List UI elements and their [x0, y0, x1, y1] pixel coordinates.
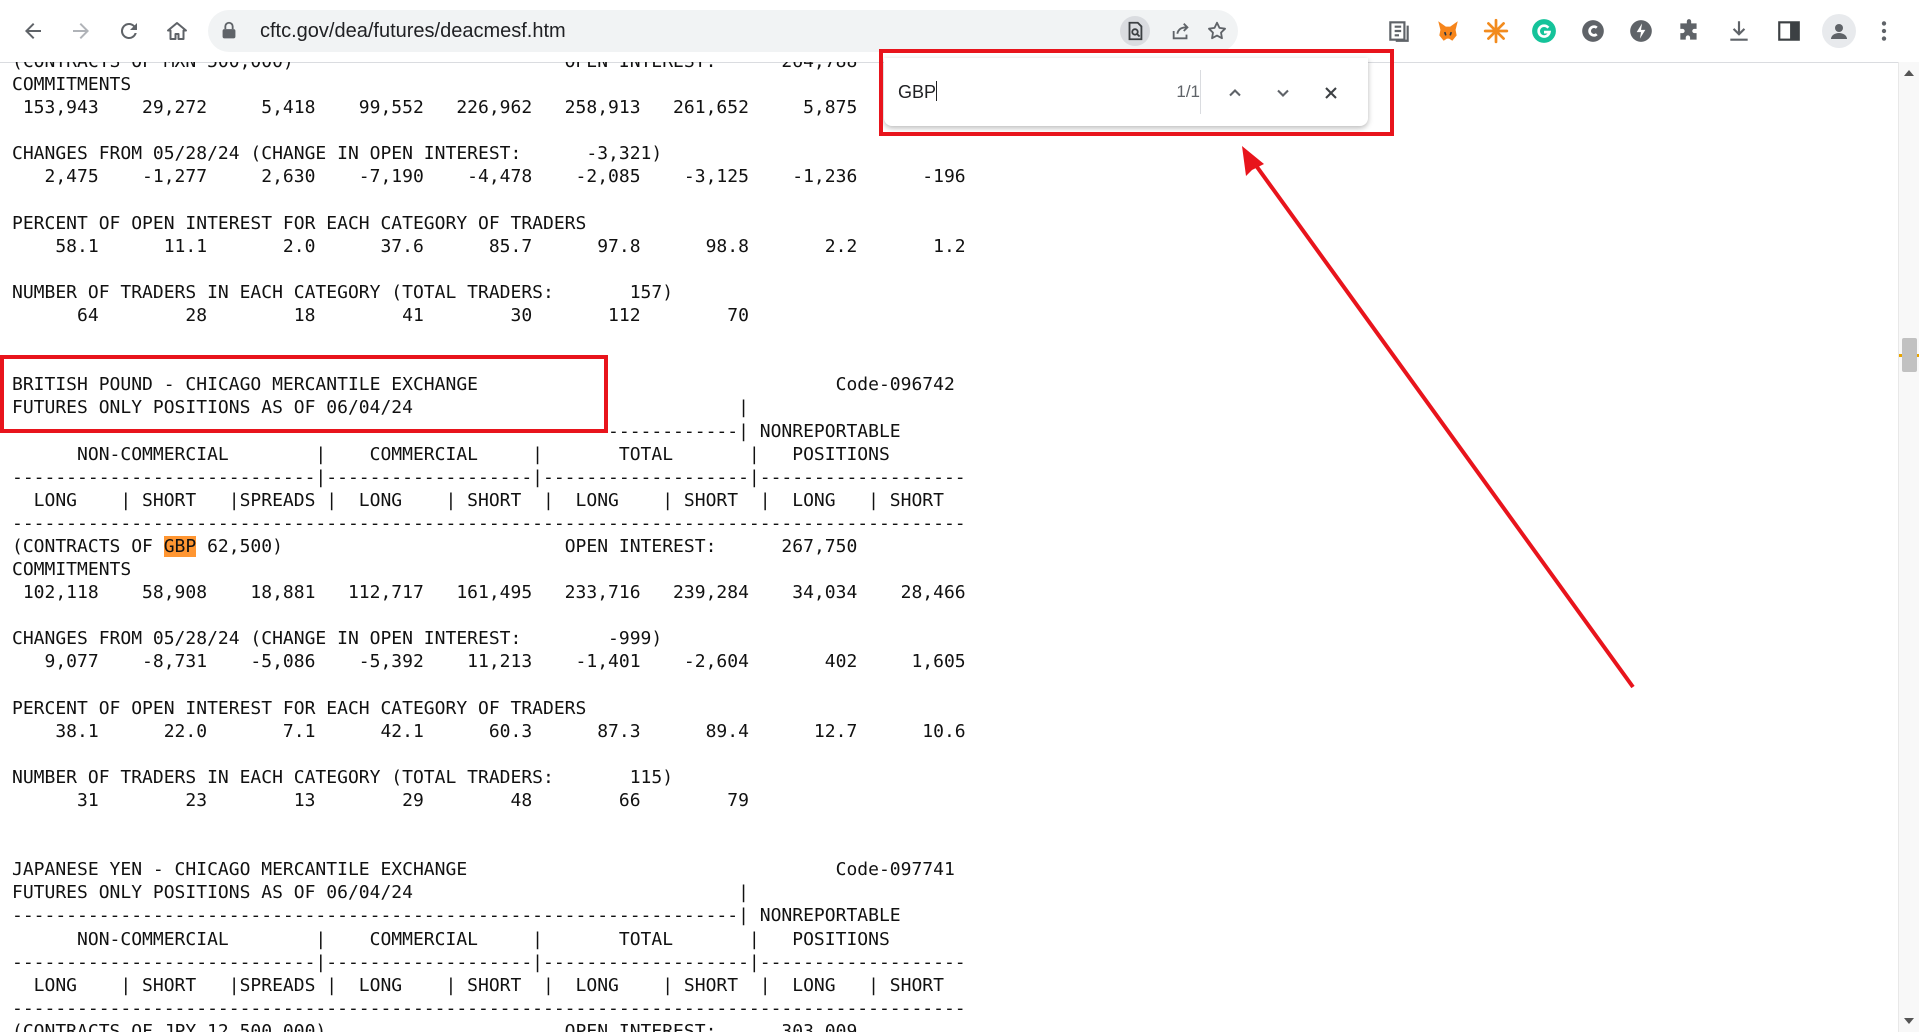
report-line: 58.1 11.1 2.0 37.6 85.7 97.8 98.8 2.2 1.… — [12, 235, 966, 257]
report-line — [12, 835, 966, 858]
report-line: NON-COMMERCIAL | COMMERCIAL | TOTAL | PO… — [12, 443, 890, 465]
report-line — [12, 743, 966, 766]
report-line: FUTURES ONLY POSITIONS AS OF 06/04/24 | — [12, 882, 749, 904]
kebab-menu-icon — [1881, 21, 1887, 41]
report-line: ----------------------------------------… — [12, 997, 966, 1019]
report-line: CHANGES FROM 05/28/24 (CHANGE IN OPEN IN… — [12, 143, 663, 165]
report-line: 64 28 18 41 30 112 70 — [12, 305, 749, 327]
forward-arrow-icon — [73, 23, 89, 39]
scroll-up-arrow[interactable] — [1904, 70, 1914, 76]
side-panel-button[interactable] — [1772, 14, 1806, 48]
report-line — [12, 327, 966, 350]
report-line — [12, 674, 966, 697]
metamask-extension[interactable] — [1431, 14, 1465, 48]
downloads-button[interactable] — [1722, 14, 1756, 48]
back-button[interactable] — [14, 12, 52, 50]
extensions-button[interactable] — [1672, 14, 1706, 48]
report-line: PERCENT OF OPEN INTEREST FOR EACH CATEGO… — [12, 212, 587, 234]
home-icon — [167, 22, 187, 40]
report-line — [12, 812, 966, 835]
grammarly-icon — [1532, 19, 1556, 43]
profile-button[interactable] — [1822, 14, 1856, 48]
report-line: JAPANESE YEN - CHICAGO MERCANTILE EXCHAN… — [12, 859, 955, 881]
lock-icon[interactable] — [218, 20, 240, 42]
bookmark-button[interactable] — [1202, 16, 1232, 46]
report-line: CHANGES FROM 05/28/24 (CHANGE IN OPEN IN… — [12, 628, 663, 650]
report-line: 153,943 29,272 5,418 99,552 226,962 258,… — [12, 97, 966, 119]
scroll-down-arrow[interactable] — [1904, 1018, 1914, 1024]
report-line: 9,077 -8,731 -5,086 -5,392 11,213 -1,401… — [12, 651, 966, 673]
report-line: ----------------------------|-----------… — [12, 951, 966, 973]
back-arrow-icon — [25, 23, 41, 39]
metamask-fox-icon — [1438, 21, 1458, 41]
report-line — [12, 258, 966, 281]
report-line: LONG | SHORT |SPREADS | LONG | SHORT | L… — [12, 489, 944, 511]
reading-list-button[interactable] — [1382, 14, 1416, 48]
report-line: (CONTRACTS OF JPY 12,500,000) OPEN INTER… — [12, 1020, 858, 1032]
address-bar[interactable]: cftc.gov/dea/futures/deacmesf.htm — [208, 10, 1238, 52]
report-line — [12, 604, 966, 627]
report-line: ----------------------------|-----------… — [12, 466, 966, 488]
report-line: 31 23 13 29 48 66 79 — [12, 790, 749, 811]
report-line: 102,118 58,908 18,881 112,717 161,495 23… — [12, 582, 966, 604]
report-line: LONG | SHORT |SPREADS | LONG | SHORT | L… — [12, 974, 944, 996]
copyright-c-icon — [1582, 20, 1604, 42]
report-line: COMMITMENTS — [12, 559, 132, 581]
puzzle-icon — [1680, 19, 1697, 40]
report-line — [12, 189, 966, 212]
copyright-extension[interactable] — [1576, 14, 1610, 48]
reload-button[interactable] — [110, 12, 148, 50]
side-panel-icon — [1778, 21, 1800, 41]
report-line: NON-COMMERCIAL | COMMERCIAL | TOTAL | PO… — [12, 928, 890, 950]
share-icon — [1172, 23, 1189, 40]
profile-icon — [1831, 24, 1847, 39]
report-line: COMMITMENTS — [12, 74, 132, 96]
bolt-icon — [1630, 20, 1652, 42]
browser-menu-button[interactable] — [1870, 14, 1898, 48]
reading-list-icon — [1389, 21, 1409, 42]
report-line: 38.1 22.0 7.1 42.1 60.3 87.3 89.4 12.7 1… — [12, 720, 966, 742]
find-in-page-button[interactable] — [1120, 16, 1150, 46]
scroll-thumb[interactable] — [1902, 338, 1917, 372]
sparkle-icon — [1483, 18, 1509, 44]
british-pound-highlight-box — [0, 355, 608, 433]
vertical-scrollbar[interactable] — [1898, 62, 1919, 1032]
report-line: ----------------------------------------… — [12, 905, 901, 927]
star-icon — [1208, 21, 1226, 40]
bolt-extension[interactable] — [1624, 14, 1658, 48]
report-line: 2,475 -1,277 2,630 -7,190 -4,478 -2,085 … — [12, 166, 966, 188]
grammarly-extension[interactable] — [1527, 14, 1561, 48]
report-line: NUMBER OF TRADERS IN EACH CATEGORY (TOTA… — [12, 766, 674, 788]
findbar-highlight-box — [879, 49, 1394, 136]
download-icon — [1730, 21, 1748, 41]
sparkle-extension[interactable] — [1479, 14, 1513, 48]
share-button[interactable] — [1166, 16, 1196, 46]
reload-icon — [120, 22, 137, 39]
url-text[interactable]: cftc.gov/dea/futures/deacmesf.htm — [260, 10, 566, 52]
report-line — [12, 119, 966, 142]
report-line: PERCENT OF OPEN INTEREST FOR EACH CATEGO… — [12, 697, 587, 719]
report-line: ----------------------------------------… — [12, 512, 966, 534]
find-match-highlight: GBP — [163, 535, 197, 557]
find-in-page-icon — [1128, 21, 1143, 41]
report-line: (CONTRACTS OF GBP 62,500) OPEN INTEREST:… — [12, 535, 858, 557]
report-line: NUMBER OF TRADERS IN EACH CATEGORY (TOTA… — [12, 281, 674, 303]
home-button[interactable] — [158, 12, 196, 50]
forward-button[interactable] — [62, 12, 100, 50]
page-content: (CONTRACTS OF MXN 500,000) OPEN INTEREST… — [0, 62, 1898, 1032]
cot-report-text: (CONTRACTS OF MXN 500,000) OPEN INTEREST… — [12, 62, 966, 1032]
report-line: (CONTRACTS OF MXN 500,000) OPEN INTEREST… — [12, 62, 966, 73]
